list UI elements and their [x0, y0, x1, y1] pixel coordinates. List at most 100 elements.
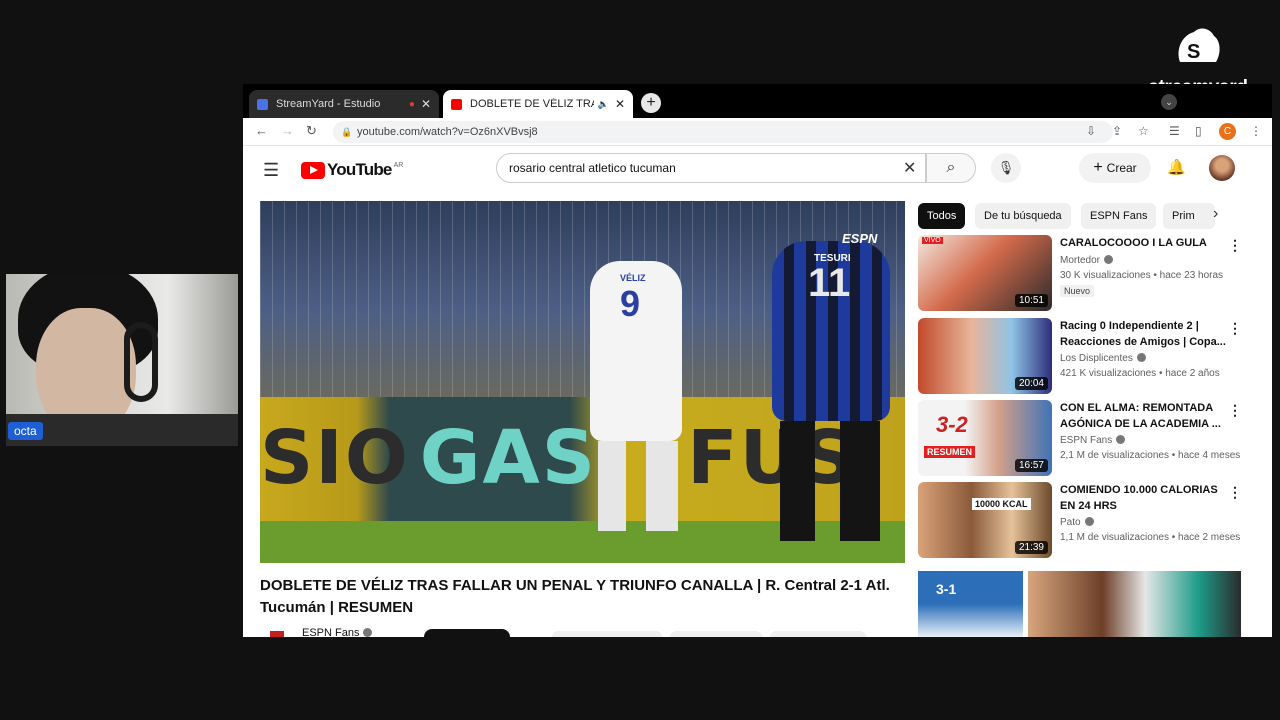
rec-channel[interactable]: Pato — [1060, 517, 1094, 528]
search-input[interactable]: rosario central atletico tucuman — [496, 153, 926, 183]
voice-search-button[interactable]: 🎙 — [991, 153, 1021, 183]
audio-playing-icon[interactable]: 🔈 — [598, 99, 609, 110]
webcam-name-label: octa — [8, 422, 43, 440]
video-thumbnail[interactable]: 20:04 — [918, 318, 1052, 394]
chip-truncated[interactable]: Prim — [1163, 203, 1215, 229]
bookmark-star-icon[interactable]: ☆ — [1138, 124, 1149, 138]
list-item[interactable]: VIVO 10:51 CARALOCOOOO I LA GULA Mortedo… — [918, 235, 1248, 313]
tab-youtube[interactable]: DOBLETE DE VÉLIZ TRAS FA 🔈 ✕ — [443, 90, 633, 118]
youtube-favicon-icon — [451, 98, 462, 110]
rec-meta: 30 K visualizaciones • hace 23 horas — [1060, 270, 1224, 281]
chip-espn-fans[interactable]: ESPN Fans — [1081, 203, 1157, 229]
notifications-bell-icon[interactable]: 🔔 — [1167, 158, 1186, 176]
back-icon[interactable]: ← — [255, 123, 268, 138]
download-button[interactable] — [770, 631, 866, 637]
more-options-icon[interactable]: ⋮ — [1228, 320, 1242, 337]
channel-avatar[interactable] — [270, 631, 284, 637]
rec-channel[interactable]: ESPN Fans — [1060, 435, 1126, 446]
video-thumbnail[interactable]: 3-2 RESUMEN 16:57 — [918, 400, 1052, 476]
search-icon: ⌕ — [946, 159, 956, 176]
chip-from-search[interactable]: De tu búsqueda — [975, 203, 1071, 229]
more-options-icon[interactable]: ⋮ — [1228, 484, 1242, 501]
reading-list-icon[interactable]: ☰ — [1169, 124, 1180, 138]
more-options-icon[interactable]: ⋮ — [1228, 237, 1242, 254]
chevron-down-icon[interactable]: ⌄ — [1161, 94, 1177, 110]
verified-icon — [1104, 255, 1114, 264]
rec-title[interactable]: Racing 0 Independiente 2 | Reacciones de… — [1060, 318, 1228, 350]
youtube-page: ☰ YouTube AR rosario central atletico tu… — [243, 147, 1272, 637]
tab-streamyard[interactable]: StreamYard - Estudio ● ✕ — [249, 90, 439, 118]
tab-title: StreamYard - Estudio — [276, 98, 381, 110]
more-menu-icon[interactable]: ⋮ — [1250, 124, 1262, 138]
lock-icon[interactable]: 🔒 — [341, 121, 352, 143]
close-tab-icon[interactable]: ✕ — [615, 97, 625, 111]
webcam-feed — [6, 274, 238, 446]
chip-all[interactable]: Todos — [918, 203, 966, 229]
broadcaster-watermark: ESPN — [842, 231, 878, 246]
list-item[interactable]: 3-2 RESUMEN 16:57 CON EL ALMA: REMONTADA… — [918, 400, 1248, 478]
verified-icon — [363, 628, 373, 637]
channel-row: ESPN Fans — [260, 625, 905, 637]
video-thumbnail[interactable]: VIVO 10:51 — [918, 235, 1052, 311]
duration-badge: 10:51 — [1014, 294, 1048, 307]
share-button[interactable] — [670, 631, 762, 637]
hamburger-menu-icon[interactable]: ☰ — [263, 160, 279, 181]
more-options-icon[interactable]: ⋮ — [1228, 402, 1242, 419]
duration-badge: 20:04 — [1014, 377, 1048, 390]
svg-text:S: S — [1187, 41, 1200, 63]
profile-avatar[interactable]: C — [1219, 123, 1236, 140]
streamyard-logo-icon: S — [1178, 28, 1220, 63]
clear-search-icon[interactable]: ✕ — [903, 158, 916, 178]
video-player[interactable]: SIO GAS FUS VÉLIZ 9 TESURI 11 ESPN — [260, 201, 905, 563]
verified-icon — [1136, 353, 1146, 362]
new-badge: Nuevo — [1060, 285, 1095, 297]
channel-name[interactable]: ESPN Fans — [302, 627, 373, 637]
url-field[interactable]: 🔒 youtube.com/watch?v=Oz6nXVBvsj8 — [333, 121, 1113, 143]
share-icon[interactable]: ⇪ — [1112, 124, 1122, 138]
duration-badge: 21:39 — [1014, 541, 1048, 554]
verified-icon — [1116, 435, 1126, 444]
video-thumbnail[interactable] — [1028, 571, 1241, 637]
thumbnail-badge: VIVO — [922, 237, 943, 244]
recording-icon: ● — [408, 98, 415, 110]
chevron-right-icon[interactable]: › — [1213, 205, 1218, 223]
youtube-play-icon — [301, 161, 325, 179]
rec-meta: 1,1 M de visualizaciones • hace 2 meses — [1060, 532, 1241, 543]
list-item[interactable]: 10000 KCAL 21:39 COMIENDO 10.000 CALORIA… — [918, 482, 1248, 560]
account-avatar[interactable] — [1209, 155, 1235, 181]
video-thumbnail[interactable]: 10000 KCAL 21:39 — [918, 482, 1052, 558]
url-text: youtube.com/watch?v=Oz6nXVBvsj8 — [357, 126, 538, 138]
rec-title[interactable]: COMIENDO 10.000 CALORIAS EN 24 HRS — [1060, 482, 1228, 514]
close-tab-icon[interactable]: ✕ — [421, 97, 431, 111]
rec-title[interactable]: CARALOCOOOO I LA GULA — [1060, 235, 1228, 251]
rec-meta: 2,1 M de visualizaciones • hace 4 meses — [1060, 450, 1241, 461]
stream-canvas: S streamyard octa StreamYard - Estudio ●… — [0, 0, 1280, 720]
list-item[interactable]: 20:04 Racing 0 Independiente 2 | Reaccio… — [918, 318, 1248, 396]
youtube-logo[interactable]: YouTube AR — [301, 160, 403, 180]
video-title: DOBLETE DE VÉLIZ TRAS FALLAR UN PENAL Y … — [260, 577, 890, 616]
microphone-icon: 🎙 — [997, 160, 1015, 175]
tab-bar: StreamYard - Estudio ● ✕ DOBLETE DE VÉLI… — [243, 84, 1272, 118]
rec-meta: 421 K visualizaciones • hace 2 años — [1060, 368, 1220, 379]
verified-icon — [1084, 517, 1094, 526]
reload-icon[interactable]: ↻ — [306, 123, 317, 139]
forward-icon[interactable]: → — [281, 123, 294, 138]
side-panel-icon[interactable]: ▯ — [1195, 124, 1202, 138]
search-button[interactable]: ⌕ — [926, 153, 976, 183]
plus-icon: + — [1093, 159, 1103, 176]
duration-badge: 16:57 — [1014, 459, 1048, 472]
list-item[interactable]: 3-1 — [918, 571, 1241, 637]
install-icon[interactable]: ⇩ — [1086, 124, 1096, 138]
browser-window: StreamYard - Estudio ● ✕ DOBLETE DE VÉLI… — [243, 84, 1272, 637]
rec-channel[interactable]: Mortedor — [1060, 255, 1114, 266]
rec-channel[interactable]: Los Displicentes — [1060, 353, 1146, 364]
tab-title: DOBLETE DE VÉLIZ TRAS FA — [470, 98, 594, 110]
new-tab-button[interactable]: + — [641, 93, 661, 113]
like-button[interactable] — [552, 631, 662, 637]
rec-title[interactable]: CON EL ALMA: REMONTADA AGÓNICA DE LA ACA… — [1060, 400, 1228, 432]
address-bar: ← → ↻ 🔒 youtube.com/watch?v=Oz6nXVBvsj8 … — [243, 118, 1272, 146]
subscribe-button[interactable] — [424, 629, 510, 637]
streamyard-favicon-icon — [257, 98, 268, 110]
create-button[interactable]: + Crear — [1079, 153, 1151, 183]
video-thumbnail[interactable]: 3-1 — [918, 571, 1023, 637]
